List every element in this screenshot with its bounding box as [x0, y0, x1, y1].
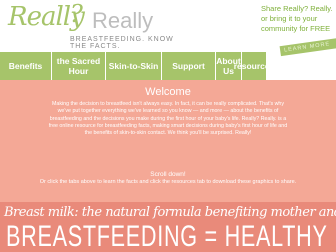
nav-item-support[interactable]: Support [162, 52, 216, 80]
intro-paragraph: Making the decision to breastfeed isn't … [48, 101, 288, 137]
nav-item-label: the Sacred Hour [56, 56, 101, 76]
banner-script-line: Breast milk: the natural formula benefit… [4, 205, 336, 220]
breastfeeding-banner: Breast milk: the natural formula benefit… [0, 202, 336, 252]
share-line-2: or bring it to your [261, 14, 318, 23]
share-line-1: Share Really? Really. [261, 4, 333, 13]
nav-item-label: resources [233, 61, 275, 71]
scroll-prompt: Scroll down! [150, 171, 186, 178]
share-line-3: community for FREE [261, 24, 331, 33]
logo-really-plain: Really [92, 8, 154, 33]
main-nav: Benefits the Sacred Hour Skin-to-Skin Su… [0, 52, 336, 80]
site-header: Really ? Really BREASTFEEDING. KNOW THE … [0, 0, 336, 80]
nav-item-label: Support [172, 61, 205, 71]
nav-item-label: Skin-to-Skin [108, 61, 159, 71]
nav-item-resources[interactable]: resources [234, 52, 274, 80]
nav-item-benefits[interactable]: Benefits [0, 52, 52, 80]
share-prompt[interactable]: Share Really? Really. or bring it to you… [261, 4, 336, 34]
banner-headline: BREASTFEEDING = HEALTHY [6, 220, 328, 252]
logo-tagline: BREASTFEEDING. KNOW THE FACTS. [70, 36, 174, 50]
nav-item-label: Benefits [8, 61, 43, 71]
tabs-instruction: Or click the tabs above to learn the fac… [39, 179, 297, 185]
site-logo[interactable]: Really ? Really BREASTFEEDING. KNOW THE … [8, 0, 178, 50]
nav-item-skin-to-skin[interactable]: Skin-to-Skin [106, 52, 162, 80]
nav-item-sacred-hour[interactable]: the Sacred Hour [52, 52, 106, 80]
page-title: Welcome [145, 86, 191, 98]
welcome-section: Welcome Making the decision to breastfee… [0, 80, 336, 202]
logo-question-mark: ? [70, 0, 83, 28]
